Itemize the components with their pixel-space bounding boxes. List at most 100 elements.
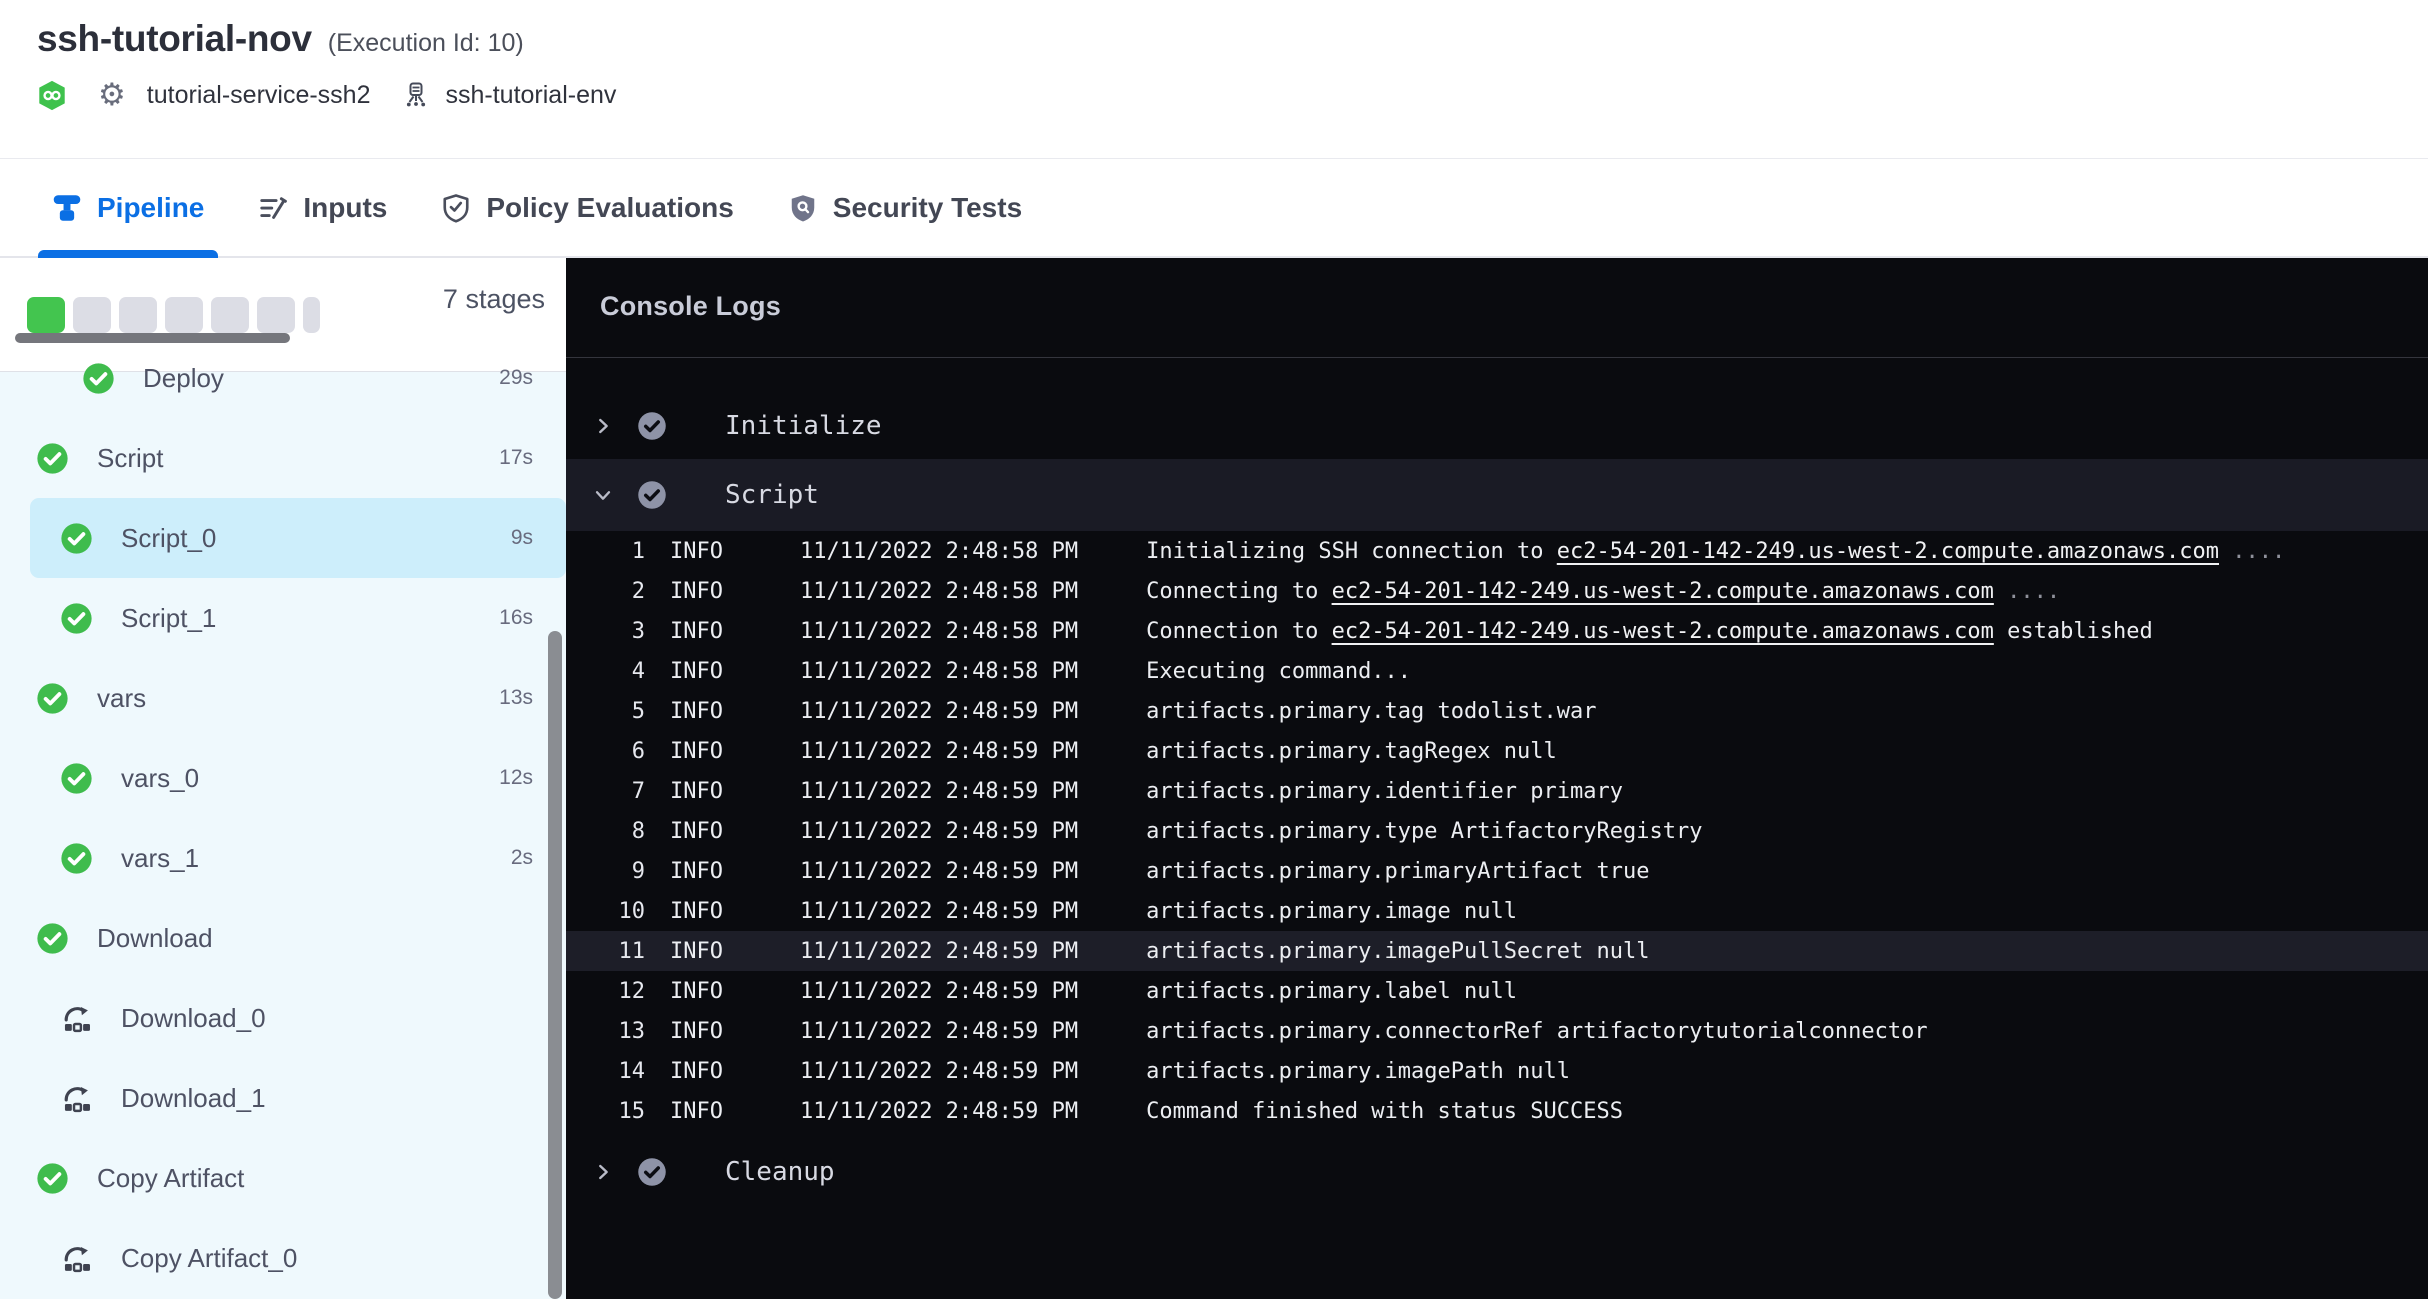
success-check-icon: [36, 922, 69, 955]
log-line-4: 4 INFO 11/11/2022 2:48:58 PM Executing c…: [566, 651, 2428, 691]
stage-row-download-1[interactable]: Download_1: [0, 1058, 566, 1138]
chevron-right-icon[interactable]: [592, 415, 614, 437]
stage-label: Script: [97, 443, 163, 474]
stage-row-copy-artifact-0[interactable]: Copy Artifact_0: [0, 1218, 566, 1298]
log-timestamp: 11/11/2022 2:48:59 PM: [800, 899, 1078, 924]
progress-segment: [73, 297, 111, 333]
tab-policy-evaluations-label: Policy Evaluations: [486, 192, 733, 224]
chevron-right-icon[interactable]: [592, 1161, 614, 1183]
log-line-6: 6 INFO 11/11/2022 2:48:59 PM artifacts.p…: [566, 731, 2428, 771]
stage-row-script-1[interactable]: Script_1 16s: [0, 578, 566, 658]
log-line-11-highlighted: 11 INFO 11/11/2022 2:48:59 PM artifacts.…: [566, 931, 2428, 971]
line-number: 3: [566, 619, 645, 644]
stage-duration: 12s: [499, 766, 533, 790]
line-number: 11: [566, 939, 645, 964]
chevron-down-icon[interactable]: [592, 484, 614, 506]
stage-row-download[interactable]: Download: [0, 898, 566, 978]
log-host-link[interactable]: ec2-54-201-142-249.us-west-2.compute.ama…: [1332, 579, 1994, 604]
log-timestamp: 11/11/2022 2:48:58 PM: [800, 619, 1078, 644]
log-message: artifacts.primary.primaryArtifact true: [1146, 859, 1649, 884]
loop-hosts-icon: [60, 1002, 93, 1035]
log-message-suffix: ....: [2219, 539, 2285, 564]
log-timestamp: 11/11/2022 2:48:58 PM: [800, 539, 1078, 564]
tab-security-tests[interactable]: Security Tests: [774, 159, 1036, 256]
progress-segment: [303, 297, 320, 333]
log-level: INFO: [670, 1059, 723, 1084]
tab-inputs[interactable]: Inputs: [244, 159, 401, 256]
stage-row-vars[interactable]: vars 13s: [0, 658, 566, 738]
log-message: Initializing SSH connection to ec2-54-20…: [1146, 539, 2285, 564]
stage-label: Script_0: [121, 523, 216, 554]
log-message: artifacts.primary.tag todolist.war: [1146, 699, 1596, 724]
line-number: 8: [566, 819, 645, 844]
vertical-scrollbar-thumb[interactable]: [548, 631, 562, 1299]
main-content: 7 stages Deploy 29s Script 17s Script_0 …: [0, 258, 2428, 1299]
stage-row-vars-0[interactable]: vars_0 12s: [0, 738, 566, 818]
log-line-9: 9 INFO 11/11/2022 2:48:59 PM artifacts.p…: [566, 851, 2428, 891]
line-number: 1: [566, 539, 645, 564]
execution-stages-sidebar: 7 stages Deploy 29s Script 17s Script_0 …: [0, 258, 566, 1299]
log-timestamp: 11/11/2022 2:48:59 PM: [800, 1059, 1078, 1084]
log-timestamp: 11/11/2022 2:48:58 PM: [800, 579, 1078, 604]
stages-count: 7 stages: [443, 284, 545, 315]
log-section-initialize[interactable]: Initialize: [566, 403, 2428, 449]
log-level: INFO: [670, 539, 723, 564]
log-line-3: 3 INFO 11/11/2022 2:48:58 PM Connection …: [566, 611, 2428, 651]
tab-security-tests-label: Security Tests: [833, 192, 1022, 224]
log-section-script[interactable]: Script: [566, 459, 2428, 531]
line-number: 10: [566, 899, 645, 924]
stage-progress-bar: [27, 297, 320, 333]
stage-label: Script_1: [121, 603, 216, 634]
line-number: 5: [566, 699, 645, 724]
stage-label: Download_0: [121, 1003, 266, 1034]
tab-bar: Pipeline Inputs Policy Evaluations Secur…: [0, 159, 2428, 258]
log-message: artifacts.primary.label null: [1146, 979, 1517, 1004]
stage-row-download-0[interactable]: Download_0: [0, 978, 566, 1058]
stage-row-copy-artifact[interactable]: Copy Artifact: [0, 1138, 566, 1218]
log-message-suffix: ....: [1994, 579, 2060, 604]
console-logs-panel: Console Logs Initialize Script 1 INFO 11…: [566, 258, 2428, 1299]
log-level: INFO: [670, 779, 723, 804]
log-line-12: 12 INFO 11/11/2022 2:48:59 PM artifacts.…: [566, 971, 2428, 1011]
tab-pipeline[interactable]: Pipeline: [38, 159, 218, 256]
log-message: artifacts.primary.type ArtifactoryRegist…: [1146, 819, 1702, 844]
log-level: INFO: [670, 579, 723, 604]
stage-duration: 9s: [511, 526, 533, 550]
log-level: INFO: [670, 1019, 723, 1044]
log-message-suffix: established: [1994, 619, 2153, 644]
section-success-check-icon: [637, 411, 667, 441]
stage-row-vars-1[interactable]: vars_1 2s: [0, 818, 566, 898]
stage-label: vars_1: [121, 843, 199, 874]
security-shield-icon: [788, 193, 818, 223]
log-level: INFO: [670, 939, 723, 964]
stage-row-deploy[interactable]: Deploy 29s: [0, 338, 566, 418]
log-timestamp: 11/11/2022 2:48:58 PM: [800, 659, 1078, 684]
progress-segment: [165, 297, 203, 333]
stage-row-script[interactable]: Script 17s: [0, 418, 566, 498]
success-check-icon: [60, 522, 93, 555]
stage-duration: 13s: [499, 686, 533, 710]
stage-label: Copy Artifact: [97, 1163, 244, 1194]
progress-segment: [257, 297, 295, 333]
console-log-body: Initialize Script 1 INFO 11/11/2022 2:48…: [566, 358, 2428, 1299]
log-level: INFO: [670, 699, 723, 724]
tab-pipeline-label: Pipeline: [97, 192, 204, 224]
log-timestamp: 11/11/2022 2:48:59 PM: [800, 939, 1078, 964]
log-section-cleanup[interactable]: Cleanup: [566, 1149, 2428, 1195]
log-timestamp: 11/11/2022 2:48:59 PM: [800, 819, 1078, 844]
page-title: ssh-tutorial-nov: [37, 18, 312, 60]
log-message: artifacts.primary.imagePath null: [1146, 1059, 1570, 1084]
log-timestamp: 11/11/2022 2:48:59 PM: [800, 1099, 1078, 1124]
service-name: tutorial-service-ssh2: [147, 81, 371, 110]
log-host-link[interactable]: ec2-54-201-142-249.us-west-2.compute.ama…: [1557, 539, 2219, 564]
success-check-icon: [60, 602, 93, 635]
log-line-7: 7 INFO 11/11/2022 2:48:59 PM artifacts.p…: [566, 771, 2428, 811]
stage-row-script-0-selected[interactable]: Script_0 9s: [30, 498, 566, 578]
tab-policy-evaluations[interactable]: Policy Evaluations: [427, 159, 747, 256]
policy-shield-check-icon: [441, 193, 471, 223]
stage-duration: 2s: [511, 846, 533, 870]
stage-duration: 17s: [499, 446, 533, 470]
log-line-2: 2 INFO 11/11/2022 2:48:58 PM Connecting …: [566, 571, 2428, 611]
stage-duration: 29s: [499, 366, 533, 390]
log-host-link[interactable]: ec2-54-201-142-249.us-west-2.compute.ama…: [1332, 619, 1994, 644]
